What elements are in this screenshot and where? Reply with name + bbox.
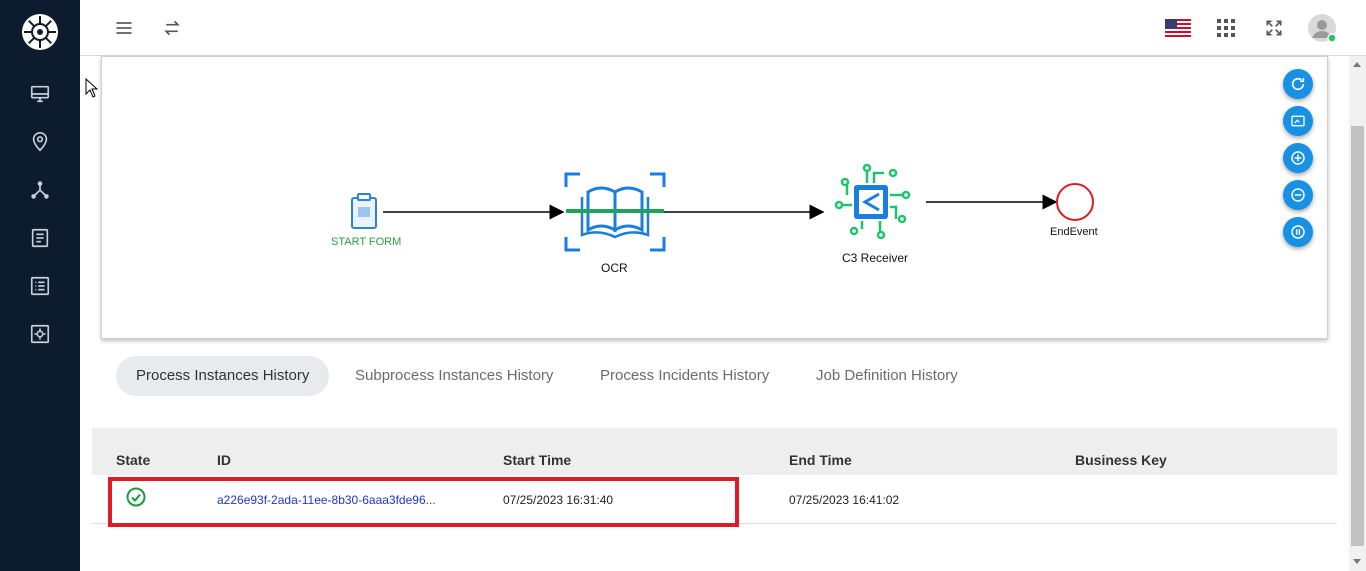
user-avatar-icon[interactable] xyxy=(1306,12,1338,44)
pause-button[interactable] xyxy=(1283,217,1313,247)
start-form-icon[interactable] xyxy=(351,193,377,229)
zoom-out-icon xyxy=(1291,188,1305,202)
refresh-icon xyxy=(1291,77,1305,91)
tab-subprocess-instances-history[interactable]: Subprocess Instances History xyxy=(335,356,573,396)
end-event-circle[interactable] xyxy=(1056,183,1094,221)
fit-view-button[interactable] xyxy=(1283,106,1313,136)
list-icon[interactable] xyxy=(28,274,52,298)
column-id[interactable]: ID xyxy=(217,452,231,468)
scroll-up-arrow-icon[interactable] xyxy=(1353,62,1361,67)
column-state[interactable]: State xyxy=(116,452,150,468)
tab-process-instances-history[interactable]: Process Instances History xyxy=(116,356,330,396)
network-icon[interactable] xyxy=(28,178,52,202)
highlight-box xyxy=(108,477,739,527)
end-time-cell: 07/25/2023 16:41:02 xyxy=(789,493,900,507)
zoom-out-button[interactable] xyxy=(1283,180,1313,210)
document-icon[interactable] xyxy=(28,226,52,250)
process-diagram: START FORM OCR C3 Receiver EndEvent xyxy=(101,56,1328,339)
apps-grid-icon[interactable] xyxy=(1210,12,1242,44)
mouse-cursor-icon xyxy=(85,78,99,98)
top-bar xyxy=(80,0,1366,56)
monitor-icon[interactable] xyxy=(28,82,52,106)
start-form-label: START FORM xyxy=(331,236,402,248)
location-pin-icon[interactable] xyxy=(28,130,52,154)
end-event-label: EndEvent xyxy=(1050,226,1098,238)
zoom-in-button[interactable] xyxy=(1283,143,1313,173)
ocr-label: OCR xyxy=(601,261,628,275)
us-flag-icon[interactable] xyxy=(1162,12,1194,44)
sidebar xyxy=(0,0,80,571)
refresh-button[interactable] xyxy=(1283,69,1313,99)
logo[interactable] xyxy=(20,12,60,52)
fullscreen-icon[interactable] xyxy=(1258,12,1290,44)
settings-box-icon[interactable] xyxy=(28,322,52,346)
pause-icon xyxy=(1291,225,1305,239)
tab-process-incidents-history[interactable]: Process Incidents History xyxy=(580,356,789,396)
c3-receiver-label: C3 Receiver xyxy=(842,251,909,265)
page-scrollbar[interactable] xyxy=(1349,56,1366,571)
swap-icon[interactable] xyxy=(156,12,188,44)
scroll-down-arrow-icon[interactable] xyxy=(1353,559,1361,564)
c3-receiver-icon[interactable] xyxy=(834,163,911,240)
column-end-time[interactable]: End Time xyxy=(789,452,852,468)
tab-job-definition-history[interactable]: Job Definition History xyxy=(796,356,978,396)
table-header: State ID Start Time End Time Business Ke… xyxy=(92,428,1337,475)
menu-icon[interactable] xyxy=(108,12,140,44)
fit-view-icon xyxy=(1291,115,1305,127)
scroll-thumb[interactable] xyxy=(1351,126,1364,546)
column-start-time[interactable]: Start Time xyxy=(503,452,571,468)
zoom-in-icon xyxy=(1291,151,1305,165)
ocr-icon[interactable] xyxy=(564,172,666,252)
column-business-key[interactable]: Business Key xyxy=(1075,452,1167,468)
diagram-canvas xyxy=(351,163,1094,252)
